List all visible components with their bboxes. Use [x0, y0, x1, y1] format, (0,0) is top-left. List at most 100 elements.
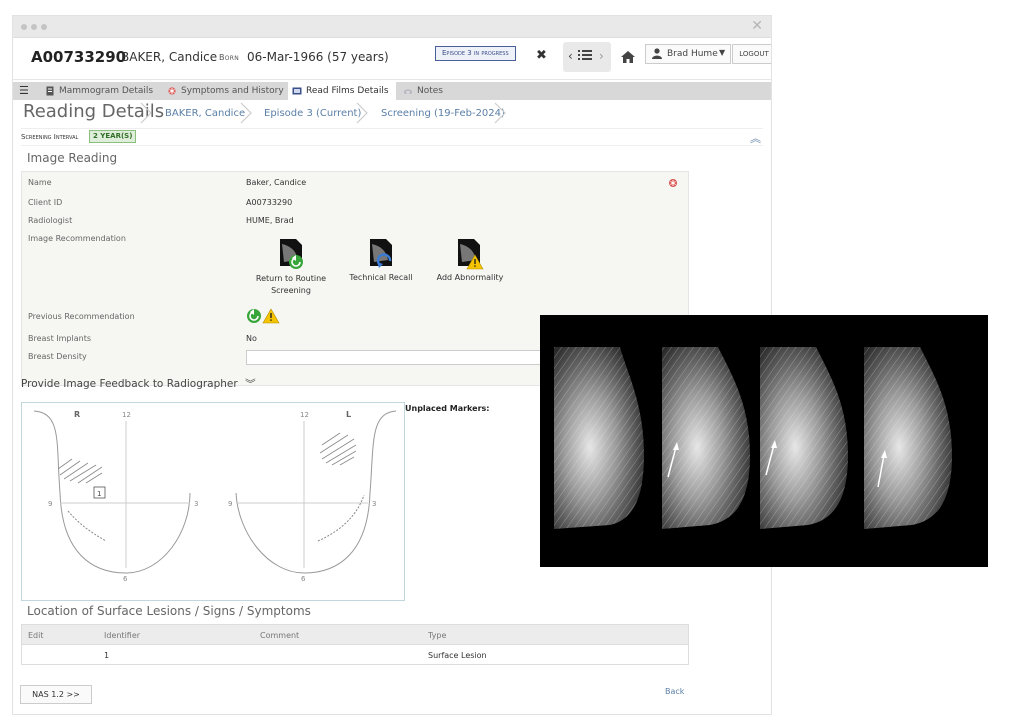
clock-12-right: 12: [122, 411, 131, 419]
right-label: R: [74, 410, 80, 419]
image-reading-title: Image Reading: [27, 151, 118, 165]
asterisk-icon[interactable]: [668, 178, 678, 188]
screening-interval-badge: 2 YEAR(S): [89, 130, 137, 143]
menu-icon[interactable]: ☰: [19, 84, 29, 97]
mammogram-view-1: [554, 347, 644, 529]
previous-recommendation-icons: [246, 308, 280, 328]
breadcrumb-chevron-icon: [494, 102, 506, 124]
client-header: A00733290 BAKER, Candice Born 06-Mar-196…: [13, 38, 771, 80]
image-recommendation-label: Image Recommendation: [28, 234, 126, 243]
hatched-area-left: [319, 432, 357, 466]
close-client-icon[interactable]: ✖: [536, 48, 547, 63]
column-header: Comment: [260, 631, 300, 640]
double-chevron-up-icon[interactable]: ︽: [750, 130, 761, 146]
nas-next-button[interactable]: NAS 1.2 >>: [20, 685, 92, 704]
window-dot-icon[interactable]: [41, 24, 47, 30]
breadcrumb-chevron-icon: [240, 102, 252, 124]
notes-icon: [403, 89, 413, 94]
tab-label: Mammogram Details: [59, 86, 154, 96]
add-abnormality-button[interactable]: Add Abnormality: [432, 238, 508, 282]
window-chrome: ✕: [13, 16, 771, 38]
tab-bar: ☰ Mammogram Details Symptoms and History…: [13, 82, 771, 100]
hatched-area-right: [57, 458, 103, 484]
screening-interval-label: Screening Interval: [21, 133, 79, 141]
return-routine-icon: [280, 239, 303, 269]
radiologist-value: HUME, Brad: [246, 216, 294, 225]
clock-3-left: 3: [372, 500, 376, 508]
user-menu[interactable]: Brad Hume ▼: [645, 44, 731, 64]
client-id-value: A00733290: [246, 198, 293, 207]
clock-6-right: 6: [123, 575, 128, 583]
technical-recall-icon: [370, 239, 392, 268]
return-routine-screening-button[interactable]: Return to Routine Screening: [248, 238, 334, 297]
tab-label: Notes: [417, 86, 443, 96]
table-header: Edit Identifier Comment Type: [21, 624, 689, 645]
radiologist-label: Radiologist: [28, 216, 73, 225]
breast-density-input[interactable]: [246, 350, 546, 365]
breadcrumb-screening[interactable]: Screening (19-Feb-2024): [381, 108, 505, 119]
identifier-cell: 1: [104, 651, 110, 660]
add-abnormality-icon: [458, 239, 484, 270]
breadcrumb-episode[interactable]: Episode 3 (Current): [264, 108, 361, 119]
chevron-left-icon[interactable]: ‹: [568, 49, 573, 63]
breadcrumb-client[interactable]: BAKER, Candice: [165, 108, 245, 119]
episode-status-badge[interactable]: Episode 3 in progress: [435, 46, 516, 61]
mammogram-images-panel: [540, 315, 988, 567]
document-icon: [46, 86, 54, 96]
tab-notes[interactable]: Notes: [399, 82, 457, 100]
left-breast-diagram[interactable]: [235, 410, 397, 574]
right-breast-diagram[interactable]: [33, 410, 191, 574]
logout-button[interactable]: LOGOUT: [732, 44, 771, 64]
caret-down-icon: ▼: [719, 48, 726, 57]
home-icon[interactable]: [621, 48, 635, 67]
back-link[interactable]: Back: [665, 687, 684, 696]
asterisk-icon: [168, 87, 176, 95]
feedback-title[interactable]: Provide Image Feedback to Radiographer ︾: [21, 376, 256, 391]
feedback-title-text: Provide Image Feedback to Radiographer: [21, 378, 238, 390]
film-icon: [292, 87, 302, 95]
clock-12-left: 12: [300, 411, 309, 419]
mammogram-view-2: [662, 347, 750, 529]
window-close-icon[interactable]: ✕: [751, 18, 763, 34]
clock-9-right: 9: [48, 500, 52, 508]
clock-6-left: 6: [301, 575, 306, 583]
breadcrumb: Reading Details BAKER, Candice Episode 3…: [13, 101, 771, 124]
client-name: BAKER, Candice: [121, 50, 218, 64]
window-dot-icon[interactable]: [21, 24, 27, 30]
breadcrumb-chevron-icon: [356, 102, 368, 124]
column-header: Type: [428, 631, 447, 640]
technical-recall-button[interactable]: Technical Recall: [344, 238, 418, 282]
previous-recommendation-label: Previous Recommendation: [28, 312, 135, 321]
mammogram-view-3: [760, 347, 848, 529]
born-value: 06-Mar-1966 (57 years): [247, 50, 389, 64]
breast-clock-diagram[interactable]: R 12 9 3 6 1 L 12 9 3 6: [22, 403, 406, 602]
tab-read-films-details[interactable]: Read Films Details: [288, 82, 396, 100]
chevron-right-icon[interactable]: ›: [599, 49, 604, 63]
breast-diagram[interactable]: R 12 9 3 6 1 L 12 9 3 6: [21, 402, 405, 601]
dotted-marker-left: [317, 494, 365, 542]
left-label: L: [346, 410, 351, 419]
tab-mammogram-details[interactable]: Mammogram Details: [41, 82, 161, 100]
lesions-title: Location of Surface Lesions / Signs / Sy…: [27, 604, 311, 618]
return-routine-icon: [247, 309, 261, 323]
tab-symptoms-history[interactable]: Symptoms and History: [163, 82, 285, 100]
window-dot-icon[interactable]: [31, 24, 37, 30]
breadcrumb-chevron-icon: [140, 102, 152, 124]
return-routine-label: Return to Routine Screening: [255, 274, 327, 295]
warning-icon: [262, 308, 280, 324]
marker-1-label: 1: [97, 490, 101, 498]
table-row[interactable]: 1 Surface Lesion: [21, 645, 689, 665]
client-id-heading: A00733290: [31, 48, 127, 66]
column-header: Identifier: [104, 631, 141, 640]
born-label: Born: [219, 53, 240, 62]
name-value: Baker, Candice: [246, 178, 307, 187]
mammogram-images: [554, 347, 952, 529]
mammogram-view-4: [864, 347, 952, 529]
double-chevron-down-icon[interactable]: ︾: [245, 378, 256, 390]
clock-3-right: 3: [194, 500, 198, 508]
user-icon: [652, 48, 662, 62]
list-icon[interactable]: [578, 49, 592, 64]
type-cell: Surface Lesion: [428, 651, 487, 660]
breast-implants-label: Breast Implants: [28, 334, 92, 343]
tab-label: Symptoms and History: [181, 86, 284, 96]
